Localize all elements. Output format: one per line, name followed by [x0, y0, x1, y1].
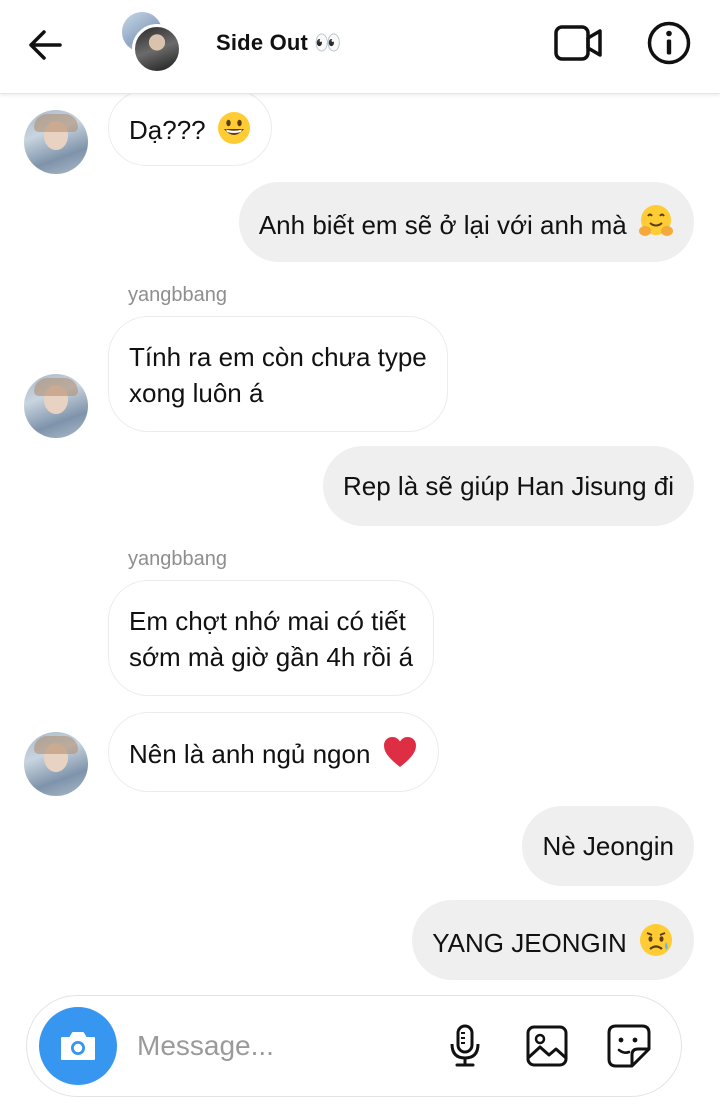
message-text: Nè Jeongin — [542, 831, 674, 861]
hugging-face-emoji-icon — [639, 205, 673, 236]
sender-name: yangbbang — [128, 548, 227, 570]
camera-icon — [61, 1032, 95, 1060]
chat-header: Side Out 👀 — [0, 0, 720, 94]
grinning-face-emoji-icon — [217, 112, 250, 144]
arrow-left-icon — [29, 30, 62, 60]
red-heart-emoji-icon — [383, 737, 416, 767]
info-button[interactable] — [644, 18, 694, 68]
message-bubble-incoming[interactable]: Dạ??? — [108, 90, 272, 166]
info-icon — [647, 21, 691, 65]
message-bubble-incoming[interactable]: Nên là anh ngủ ngon — [108, 712, 439, 792]
message-input[interactable] — [137, 1026, 437, 1066]
avatar-front — [132, 24, 182, 74]
gallery-button[interactable] — [521, 1020, 573, 1072]
message-bubble-outgoing[interactable]: YANG JEONGIN — [412, 900, 694, 980]
message-composer — [26, 995, 682, 1097]
group-avatar[interactable] — [118, 10, 188, 76]
message-bubble-outgoing[interactable]: Nè Jeongin — [522, 806, 694, 886]
message-text: Anh biết em sẽ ở lại với anh mà — [258, 210, 634, 240]
message-text: Nên là anh ngủ ngon — [129, 739, 378, 769]
sticker-icon — [607, 1024, 651, 1068]
message-text-line: Tính ra em còn chưa type — [129, 342, 427, 372]
message-text: Rep là sẽ giúp Han Jisung đi — [343, 471, 674, 501]
image-icon — [526, 1025, 568, 1067]
back-button[interactable] — [22, 22, 68, 68]
sender-name: yangbbang — [128, 284, 227, 306]
message-bubble-outgoing[interactable]: Rep là sẽ giúp Han Jisung đi — [323, 446, 694, 526]
sad-relieved-face-emoji-icon — [640, 924, 672, 956]
video-camera-icon — [554, 25, 602, 61]
message-text: Dạ??? — [129, 115, 213, 145]
video-call-button[interactable] — [552, 20, 604, 66]
chat-title[interactable]: Side Out 👀 — [216, 30, 342, 56]
voice-message-button[interactable] — [439, 1020, 491, 1072]
message-text: YANG JEONGIN — [432, 928, 634, 958]
message-text-line: sớm mà giờ gần 4h rồi á — [129, 642, 414, 672]
message-bubble-incoming[interactable]: Em chợt nhớ mai có tiết sớm mà giờ gần 4… — [108, 580, 435, 696]
sender-avatar[interactable] — [24, 374, 88, 438]
message-bubble-incoming[interactable]: Tính ra em còn chưa type xong luôn á — [108, 316, 448, 432]
microphone-icon — [450, 1024, 480, 1067]
message-bubble-outgoing[interactable]: Anh biết em sẽ ở lại với anh mà — [238, 182, 694, 262]
sender-avatar[interactable] — [24, 110, 88, 174]
camera-button[interactable] — [39, 1007, 117, 1085]
message-text-line: xong luôn á — [129, 378, 264, 408]
sender-avatar[interactable] — [24, 732, 88, 796]
message-text-line: Em chợt nhớ mai có tiết — [129, 606, 406, 636]
sticker-button[interactable] — [603, 1020, 655, 1072]
